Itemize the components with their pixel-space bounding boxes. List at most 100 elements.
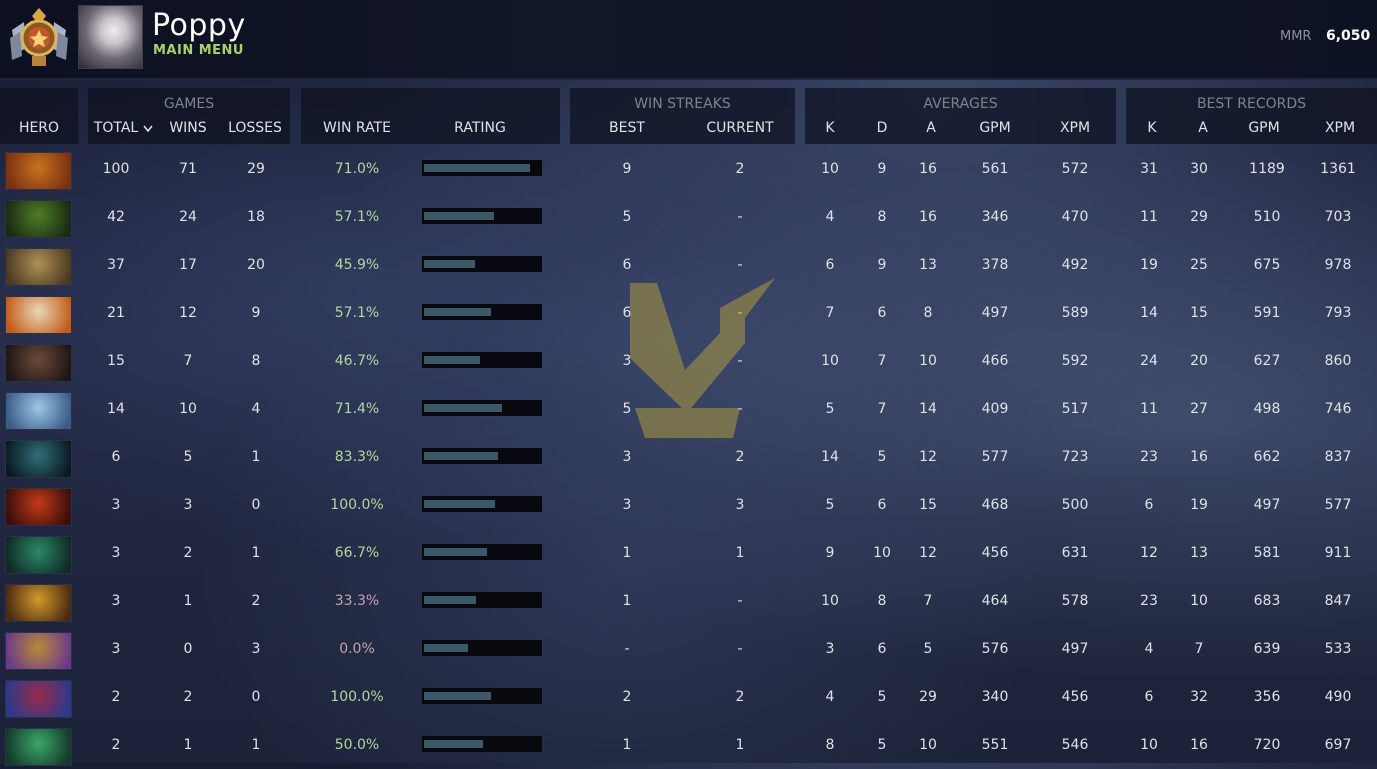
total-games-cell: 15 <box>107 353 125 369</box>
hero-portrait-icon[interactable] <box>5 392 72 430</box>
best-xpm-cell: 860 <box>1324 353 1352 369</box>
col-hero[interactable]: HERO <box>0 120 78 136</box>
avg-kills-cell: 7 <box>825 305 835 321</box>
hero-portrait-icon[interactable] <box>5 536 72 574</box>
col-rating[interactable]: RATING <box>430 120 530 136</box>
best-assists-cell: 20 <box>1190 353 1208 369</box>
losses-cell: 18 <box>247 209 265 225</box>
best-kills-cell: 24 <box>1140 353 1158 369</box>
hero-portrait-icon[interactable] <box>5 632 72 670</box>
hero-portrait-icon[interactable] <box>5 152 72 190</box>
rating-bar-fill <box>424 452 498 460</box>
hero-portrait-icon[interactable] <box>5 296 72 334</box>
wins-cell: 1 <box>183 593 193 609</box>
col-best-streak[interactable]: BEST <box>597 120 657 136</box>
avg-assists-cell: 15 <box>919 497 937 513</box>
hero-portrait-icon[interactable] <box>5 584 72 622</box>
col-win-rate[interactable]: WIN RATE <box>312 120 402 136</box>
current-streak-cell: - <box>737 257 743 273</box>
hero-portrait-icon[interactable] <box>5 680 72 718</box>
rank-medal-icon[interactable] <box>8 4 70 70</box>
best-assists-cell: 16 <box>1190 449 1208 465</box>
col-avg-gpm[interactable]: GPM <box>975 120 1015 136</box>
current-streak-cell: - <box>737 641 743 657</box>
avg-deaths-cell: 6 <box>877 497 887 513</box>
rating-bar-fill <box>424 596 476 604</box>
best-xpm-cell: 793 <box>1324 305 1352 321</box>
col-avg-deaths[interactable]: D <box>867 120 897 136</box>
main-menu-link[interactable]: MAIN MENU <box>153 43 244 58</box>
rating-bar-fill <box>424 740 483 748</box>
player-avatar[interactable] <box>78 5 143 69</box>
hero-portrait-icon[interactable] <box>5 248 72 286</box>
col-avg-kills[interactable]: K <box>815 120 845 136</box>
avg-gpm-cell: 464 <box>981 593 1009 609</box>
win-rate-cell: 83.3% <box>334 449 380 465</box>
hero-portrait-icon[interactable] <box>5 440 72 478</box>
rating-bar <box>422 400 542 416</box>
table-row[interactable]: 2 1 1 50.0% 1 1 8 5 10 551 546 10 16 720 697 <box>0 721 1377 769</box>
hero-portrait-icon[interactable] <box>5 344 72 382</box>
best-gpm-cell: 683 <box>1253 593 1281 609</box>
current-streak-cell: 2 <box>735 161 745 177</box>
table-row[interactable]: 3 1 2 33.3% 1 - 10 8 7 464 578 23 10 683 847 <box>0 577 1377 625</box>
avg-kills-cell: 10 <box>821 353 839 369</box>
watermark-logo-icon <box>630 278 775 438</box>
col-current-streak[interactable]: CURRENT <box>700 120 780 136</box>
losses-cell: 29 <box>247 161 265 177</box>
avg-assists-cell: 13 <box>919 257 937 273</box>
averages-group-label: AVERAGES <box>923 96 998 112</box>
avg-xpm-cell: 546 <box>1061 737 1089 753</box>
hero-portrait-icon[interactable] <box>5 488 72 526</box>
wins-cell: 5 <box>183 449 193 465</box>
rating-bar-fill <box>424 356 480 364</box>
avg-assists-cell: 14 <box>919 401 937 417</box>
best-assists-cell: 29 <box>1190 209 1208 225</box>
col-avg-assists[interactable]: A <box>916 120 946 136</box>
col-avg-xpm[interactable]: XPM <box>1055 120 1095 136</box>
table-row[interactable]: 6 5 1 83.3% 3 2 14 5 12 577 723 23 16 662 837 <box>0 433 1377 481</box>
wins-cell: 2 <box>183 689 193 705</box>
avg-deaths-cell: 8 <box>877 593 887 609</box>
best-kills-cell: 10 <box>1140 737 1158 753</box>
avg-assists-cell: 10 <box>919 353 937 369</box>
mmr-value: 6,050 <box>1326 28 1371 44</box>
avg-gpm-cell: 577 <box>981 449 1009 465</box>
table-row[interactable]: 3 3 0 100.0% 3 3 5 6 15 468 500 6 19 497 577 <box>0 481 1377 529</box>
avg-xpm-cell: 592 <box>1061 353 1089 369</box>
avg-gpm-cell: 468 <box>981 497 1009 513</box>
best-kills-cell: 23 <box>1140 449 1158 465</box>
col-losses[interactable]: LOSSES <box>222 120 288 136</box>
chevron-down-icon[interactable] <box>143 125 153 133</box>
avg-kills-cell: 4 <box>825 689 835 705</box>
col-best-assists[interactable]: A <box>1188 120 1218 136</box>
col-wins[interactable]: WINS <box>158 120 218 136</box>
avg-gpm-cell: 576 <box>981 641 1009 657</box>
best-xpm-cell: 911 <box>1324 545 1352 561</box>
col-best-xpm[interactable]: XPM <box>1318 120 1362 136</box>
wins-cell: 7 <box>183 353 193 369</box>
best-gpm-cell: 591 <box>1253 305 1281 321</box>
table-row[interactable]: 2 2 0 100.0% 2 2 4 5 29 340 456 6 32 356 490 <box>0 673 1377 721</box>
table-row[interactable]: 42 24 18 57.1% 5 - 4 8 16 346 470 11 29 510 703 <box>0 193 1377 241</box>
table-row[interactable]: 3 2 1 66.7% 1 1 9 10 12 456 631 12 13 581 911 <box>0 529 1377 577</box>
avg-assists-cell: 5 <box>923 641 933 657</box>
hero-portrait-icon[interactable] <box>5 728 72 766</box>
best-gpm-cell: 675 <box>1253 257 1281 273</box>
losses-cell: 0 <box>251 497 261 513</box>
table-row[interactable]: 3 0 3 0.0% - - 3 6 5 576 497 4 7 639 533 <box>0 625 1377 673</box>
hero-portrait-icon[interactable] <box>5 200 72 238</box>
best-gpm-cell: 356 <box>1253 689 1281 705</box>
win-rate-cell: 50.0% <box>334 737 380 753</box>
best-assists-cell: 13 <box>1190 545 1208 561</box>
avg-gpm-cell: 497 <box>981 305 1009 321</box>
best-assists-cell: 16 <box>1190 737 1208 753</box>
col-best-kills[interactable]: K <box>1137 120 1167 136</box>
col-total[interactable]: TOTAL <box>90 120 142 136</box>
avg-kills-cell: 9 <box>825 545 835 561</box>
avg-kills-cell: 5 <box>825 497 835 513</box>
win-rate-cell: 45.9% <box>334 257 380 273</box>
table-row[interactable]: 100 71 29 71.0% 9 2 10 9 16 561 572 31 30 1189 1361 <box>0 145 1377 193</box>
avg-kills-cell: 3 <box>825 641 835 657</box>
col-best-gpm[interactable]: GPM <box>1244 120 1284 136</box>
